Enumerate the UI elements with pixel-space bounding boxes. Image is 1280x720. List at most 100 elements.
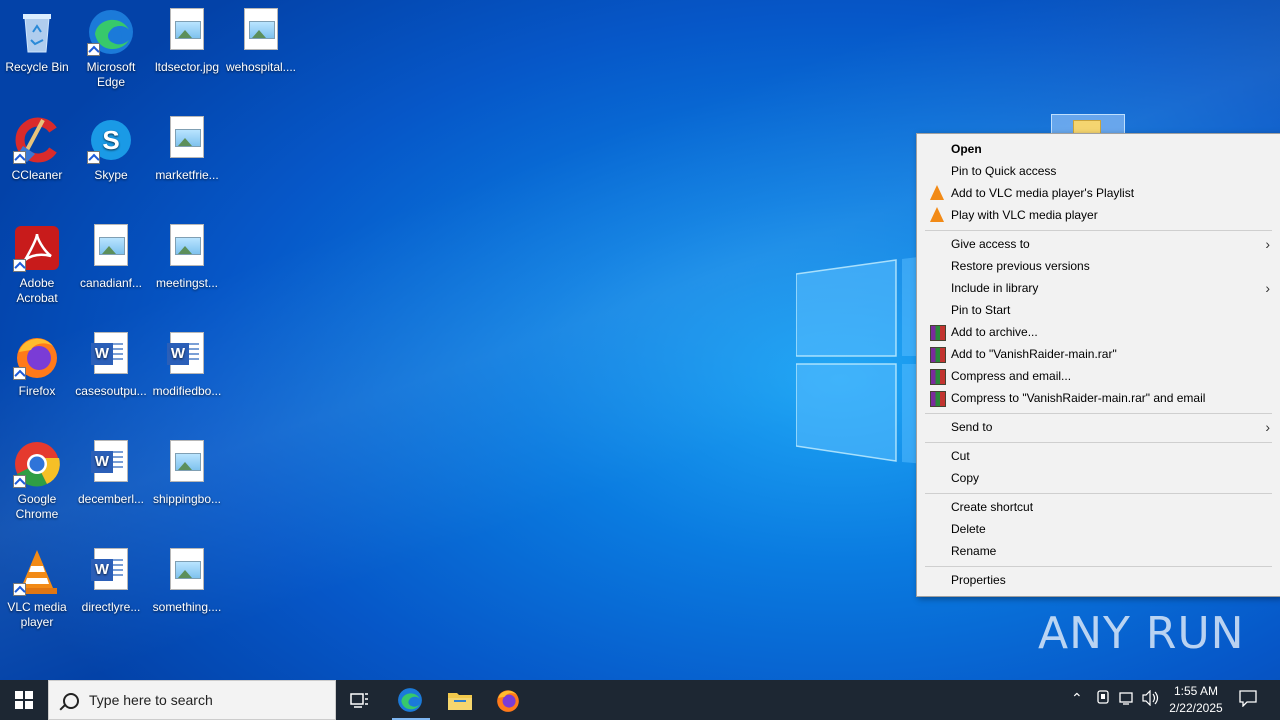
desktop-icon-ccleaner[interactable]: CCleaner xyxy=(0,110,74,183)
task-view-button[interactable] xyxy=(336,680,384,720)
menu-item-create-shortcut[interactable]: Create shortcut xyxy=(917,496,1280,518)
menu-item-give-access[interactable]: Give access to › xyxy=(917,233,1280,255)
menu-item-compress-rar-email[interactable]: Compress to "VanishRaider-main.rar" and … xyxy=(917,387,1280,409)
shortcut-arrow-icon xyxy=(13,583,26,596)
menu-item-label: Copy xyxy=(951,471,980,485)
icon-label: Firefox xyxy=(18,384,56,398)
chrome-icon xyxy=(13,440,61,488)
menu-item-label: Compress and email... xyxy=(951,369,1072,383)
menu-item-add-archive[interactable]: Add to archive... xyxy=(917,321,1280,343)
icon-label: Recycle Bin xyxy=(5,60,69,74)
chevron-up-icon[interactable]: ⌃ xyxy=(1071,690,1083,707)
clock-date: 2/22/2025 xyxy=(1169,701,1223,715)
taskbar: Type here to search ⌃ 1:55 AM 2/22/2025 xyxy=(0,680,1280,720)
desktop-icon-ltdsector[interactable]: ltdsector.jpg xyxy=(150,2,224,75)
desktop-icon-directlyre[interactable]: W directlyre... xyxy=(74,542,148,615)
menu-item-properties[interactable]: Properties xyxy=(917,569,1280,591)
menu-item-send-to[interactable]: Send to › xyxy=(917,416,1280,438)
taskbar-file-explorer-button[interactable] xyxy=(436,680,484,720)
ccleaner-icon xyxy=(13,116,61,164)
skype-icon: S xyxy=(87,116,135,164)
menu-item-label: Compress to "VanishRaider-main.rar" and … xyxy=(951,391,1206,405)
menu-item-compress-email[interactable]: Compress and email... xyxy=(917,365,1280,387)
menu-item-label: Pin to Quick access xyxy=(951,164,1057,178)
word-doc-icon: W xyxy=(87,548,135,596)
menu-separator xyxy=(925,442,1272,443)
menu-item-cut[interactable]: Cut xyxy=(917,445,1280,467)
start-button[interactable] xyxy=(0,680,48,720)
image-file-icon xyxy=(87,224,135,272)
chevron-right-icon: › xyxy=(1265,280,1270,296)
winrar-icon xyxy=(929,324,946,341)
image-file-icon xyxy=(237,8,285,56)
word-doc-icon: W xyxy=(163,332,211,380)
desktop-icon-casesoutpu[interactable]: W casesoutpu... xyxy=(74,326,148,399)
icon-label: casesoutpu... xyxy=(75,384,147,398)
taskbar-clock[interactable]: 1:55 AM 2/22/2025 xyxy=(1162,683,1230,717)
image-file-icon xyxy=(163,116,211,164)
menu-item-include-library[interactable]: Include in library › xyxy=(917,277,1280,299)
edge-icon xyxy=(398,688,422,712)
desktop-icon-google-chrome[interactable]: Google Chrome xyxy=(0,434,74,522)
desktop-icon-firefox[interactable]: Firefox xyxy=(0,326,74,399)
menu-separator xyxy=(925,413,1272,414)
svg-text:S: S xyxy=(102,125,119,155)
menu-item-restore-versions[interactable]: Restore previous versions xyxy=(917,255,1280,277)
desktop-icon-microsoft-edge[interactable]: Microsoft Edge xyxy=(74,2,148,90)
menu-item-vlc-play[interactable]: Play with VLC media player xyxy=(917,204,1280,226)
desktop-icon-modifiedbo[interactable]: W modifiedbo... xyxy=(150,326,224,399)
winrar-icon xyxy=(929,390,946,407)
volume-icon[interactable] xyxy=(1142,689,1160,709)
menu-item-add-rar[interactable]: Add to "VanishRaider-main.rar" xyxy=(917,343,1280,365)
menu-item-label: Play with VLC media player xyxy=(951,208,1098,222)
desktop-icon-skype[interactable]: S Skype xyxy=(74,110,148,183)
icon-label: marketfrie... xyxy=(155,168,219,182)
desktop-icon-adobe-acrobat[interactable]: Adobe Acrobat xyxy=(0,218,74,306)
menu-separator xyxy=(925,566,1272,567)
shortcut-arrow-icon xyxy=(13,367,26,380)
menu-item-pin-start[interactable]: Pin to Start xyxy=(917,299,1280,321)
menu-item-copy[interactable]: Copy xyxy=(917,467,1280,489)
menu-item-pin-quick-access[interactable]: Pin to Quick access xyxy=(917,160,1280,182)
desktop-icon-vlc[interactable]: VLC media player xyxy=(0,542,74,630)
notifications-icon[interactable] xyxy=(1239,689,1257,710)
acrobat-icon xyxy=(13,224,61,272)
network-icon[interactable] xyxy=(1119,690,1135,709)
winrar-icon xyxy=(929,346,946,363)
taskbar-edge-button[interactable] xyxy=(386,680,434,720)
anyrun-watermark: ANY RUN xyxy=(1038,608,1245,659)
desktop-icon-something[interactable]: something.... xyxy=(150,542,224,615)
menu-item-label: Create shortcut xyxy=(951,500,1034,514)
word-doc-icon: W xyxy=(87,332,135,380)
windows-wallpaper-logo xyxy=(796,256,926,464)
menu-item-vlc-add-playlist[interactable]: Add to VLC media player's Playlist xyxy=(917,182,1280,204)
menu-item-label: Properties xyxy=(951,573,1006,587)
desktop-icon-canadianf[interactable]: canadianf... xyxy=(74,218,148,291)
icon-label: meetingst... xyxy=(155,276,219,290)
icon-label: shippingbo... xyxy=(152,492,222,506)
taskbar-search-box[interactable]: Type here to search xyxy=(48,680,336,720)
menu-item-label: Cut xyxy=(951,449,970,463)
desktop-icon-decemberl[interactable]: W decemberl... xyxy=(74,434,148,507)
menu-item-rename[interactable]: Rename xyxy=(917,540,1280,562)
desktop-icon-recycle-bin[interactable]: Recycle Bin xyxy=(0,2,74,75)
menu-item-label: Restore previous versions xyxy=(951,259,1090,273)
tray-device-icon[interactable] xyxy=(1096,690,1110,709)
icon-label: decemberl... xyxy=(77,492,145,506)
firefox-icon xyxy=(497,690,519,712)
icon-label: canadianf... xyxy=(79,276,143,290)
desktop-icon-meetingst[interactable]: meetingst... xyxy=(150,218,224,291)
desktop-icon-wehospital[interactable]: wehospital.... xyxy=(224,2,298,75)
menu-item-label: Pin to Start xyxy=(951,303,1011,317)
chevron-right-icon: › xyxy=(1265,236,1270,252)
image-file-icon xyxy=(163,440,211,488)
menu-item-delete[interactable]: Delete xyxy=(917,518,1280,540)
desktop-icon-marketfrie[interactable]: marketfrie... xyxy=(150,110,224,183)
menu-item-open[interactable]: Open xyxy=(917,138,1280,160)
menu-separator xyxy=(925,493,1272,494)
taskbar-firefox-button[interactable] xyxy=(484,680,532,720)
icon-label: VLC media player xyxy=(7,600,67,629)
desktop-icon-shippingbo[interactable]: shippingbo... xyxy=(150,434,224,507)
icon-label: something.... xyxy=(152,600,222,614)
chevron-right-icon: › xyxy=(1265,419,1270,435)
